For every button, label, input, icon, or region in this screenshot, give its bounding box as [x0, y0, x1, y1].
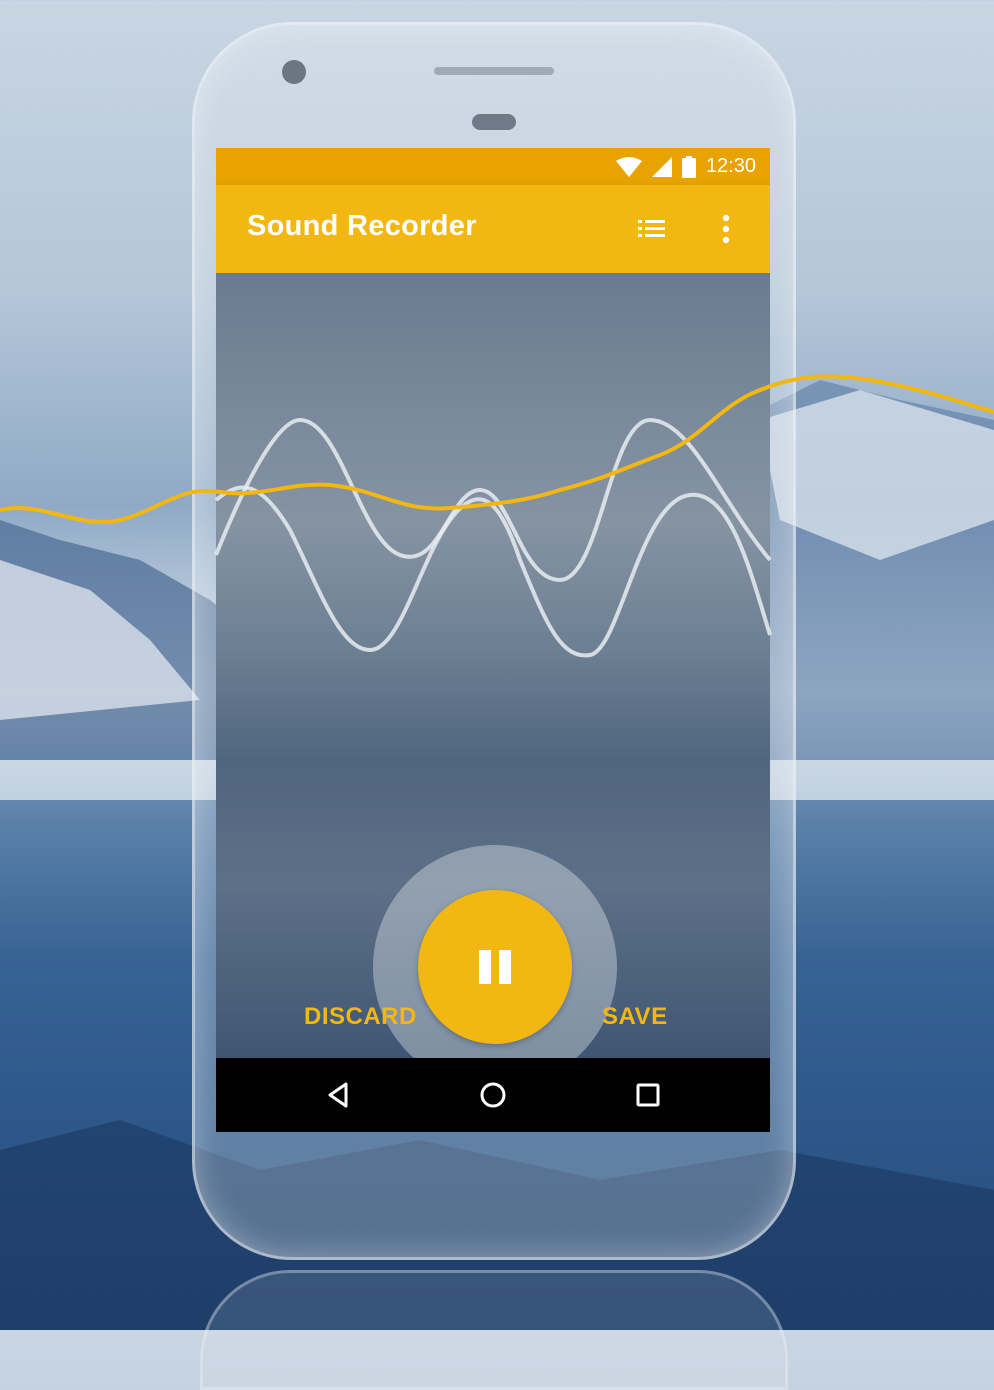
battery-icon: [681, 155, 696, 178]
status-time: 12:30: [705, 155, 756, 177]
wifi-icon: [615, 156, 642, 177]
home-icon[interactable]: [478, 1080, 508, 1110]
status-bar: 12:30: [216, 148, 770, 185]
recents-icon[interactable]: [633, 1080, 663, 1110]
app-title: Sound Recorder: [247, 210, 477, 242]
phone-screen: 12:30 Sound Recorder DISCARD SAVE: [216, 148, 770, 1132]
more-vert-icon[interactable]: [712, 211, 740, 247]
earpiece-speaker: [434, 67, 554, 75]
list-icon[interactable]: [634, 213, 670, 245]
app-bar: Sound Recorder: [216, 185, 770, 273]
navigation-bar: [216, 1058, 770, 1132]
back-icon[interactable]: [324, 1080, 354, 1110]
cellular-signal-icon: [651, 156, 672, 177]
save-button[interactable]: SAVE: [602, 1003, 668, 1031]
proximity-sensor: [472, 114, 516, 130]
discard-button[interactable]: DISCARD: [304, 1003, 417, 1031]
pause-button[interactable]: [418, 890, 572, 1044]
front-camera: [282, 60, 306, 84]
phone-reflection: [200, 1270, 788, 1390]
